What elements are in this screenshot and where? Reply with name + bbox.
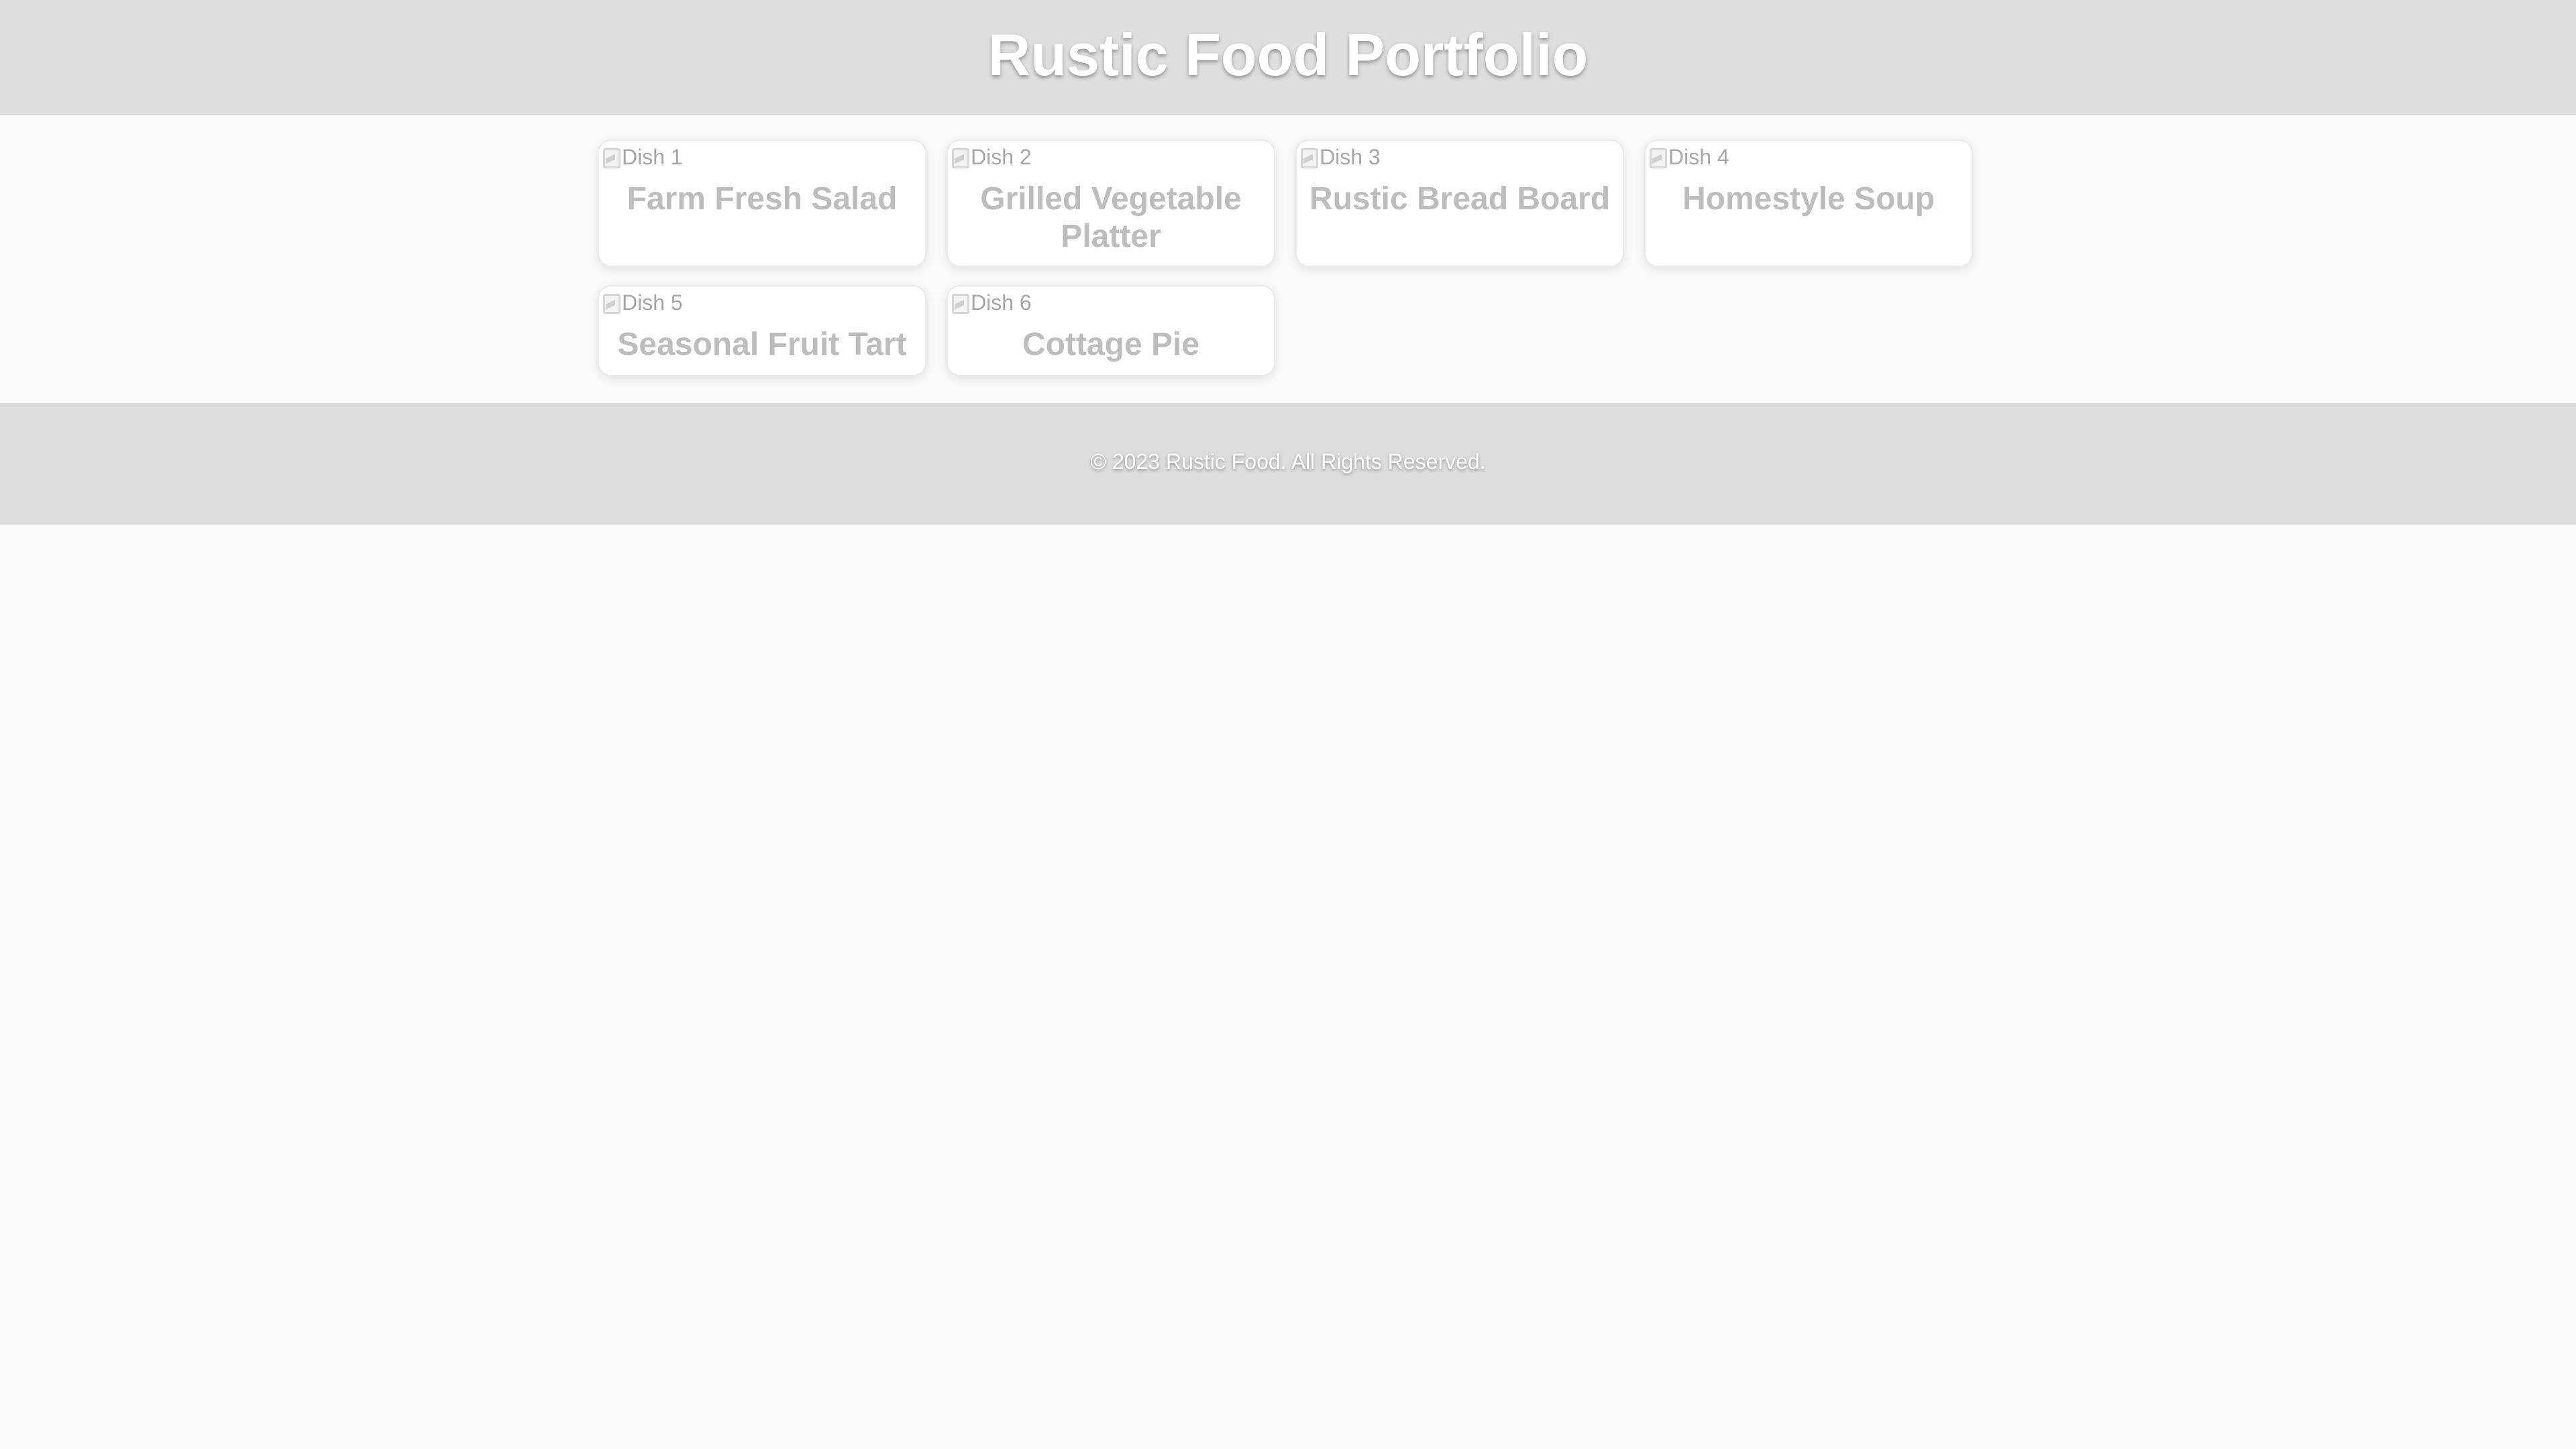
site-footer: © 2023 Rustic Food. All Rights Reserved. <box>0 403 2576 525</box>
dish-title: Grilled Vegetable Platter <box>980 181 1242 254</box>
dish-image: Dish 5 <box>600 288 683 317</box>
dish-image: Dish 3 <box>1298 142 1381 172</box>
dish-image-alt: Dish 5 <box>622 290 683 315</box>
broken-image-icon <box>1298 146 1318 168</box>
broken-image-icon <box>949 146 969 168</box>
dish-card[interactable]: Dish 3 Rustic Bread Board <box>1295 140 1624 267</box>
dish-card[interactable]: Dish 5 Seasonal Fruit Tart <box>598 285 926 376</box>
dish-title: Cottage Pie <box>1022 327 1200 362</box>
dish-image: Dish 2 <box>949 142 1032 172</box>
dish-image-alt: Dish 2 <box>971 144 1032 169</box>
broken-image-icon <box>600 291 621 314</box>
dish-title: Farm Fresh Salad <box>627 181 898 217</box>
copyright-text: © 2023 Rustic Food. All Rights Reserved. <box>1090 449 1486 474</box>
site-title: Rustic Food Portfolio <box>987 21 1589 88</box>
dish-image: Dish 1 <box>600 142 683 172</box>
dish-card[interactable]: Dish 4 Homestyle Soup <box>1644 140 1973 267</box>
dish-title: Homestyle Soup <box>1682 181 1935 217</box>
dish-image-alt: Dish 4 <box>1668 144 1729 169</box>
dish-card[interactable]: Dish 2 Grilled Vegetable Platter <box>947 140 1275 267</box>
dish-gallery: Dish 1 Farm Fresh Salad Dish 2 Grilled V… <box>0 115 2576 403</box>
dish-card[interactable]: Dish 1 Farm Fresh Salad <box>598 140 926 267</box>
broken-image-icon <box>949 291 969 314</box>
broken-image-icon <box>600 146 621 168</box>
dish-card[interactable]: Dish 6 Cottage Pie <box>947 285 1275 376</box>
dish-title: Rustic Bread Board <box>1309 181 1611 217</box>
dish-image-alt: Dish 3 <box>1320 144 1381 169</box>
dish-image-alt: Dish 1 <box>622 144 683 169</box>
dish-image: Dish 4 <box>1647 142 1729 172</box>
broken-image-icon <box>1647 146 1667 168</box>
dish-title: Seasonal Fruit Tart <box>617 327 907 362</box>
site-header: Rustic Food Portfolio <box>0 0 2576 115</box>
dish-image-alt: Dish 6 <box>971 290 1032 315</box>
dish-image: Dish 6 <box>949 288 1032 317</box>
